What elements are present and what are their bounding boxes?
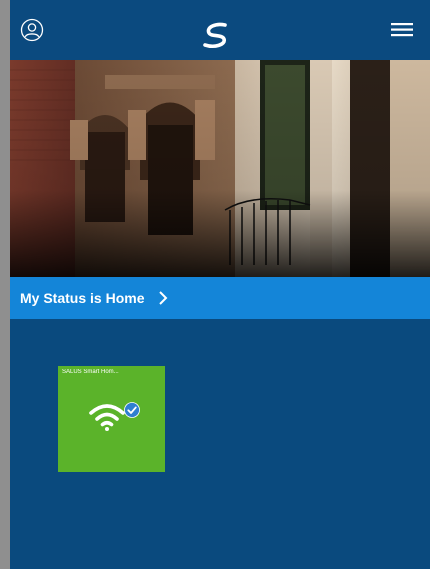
chevron-right-icon xyxy=(159,291,168,305)
check-circle-icon xyxy=(124,402,140,418)
user-profile-button[interactable] xyxy=(20,18,44,42)
salus-logo-icon xyxy=(200,22,234,50)
status-home-button[interactable]: My Status is Home xyxy=(10,277,430,319)
status-label: My Status is Home xyxy=(20,290,145,306)
hero-image xyxy=(10,60,430,277)
wifi-icon xyxy=(89,404,125,431)
device-tile[interactable]: SALUS Smart Hom... xyxy=(58,366,165,472)
window-left-edge xyxy=(0,0,10,569)
app-header xyxy=(10,0,430,60)
hamburger-menu-button[interactable] xyxy=(390,21,414,39)
user-circle-icon xyxy=(20,18,44,42)
hamburger-menu-icon xyxy=(391,23,413,37)
brownstone-building-photo xyxy=(10,60,430,277)
device-name: SALUS Smart Hom... xyxy=(62,369,119,375)
app-screen: My Status is Home SALUS Smart Hom... xyxy=(10,0,430,569)
